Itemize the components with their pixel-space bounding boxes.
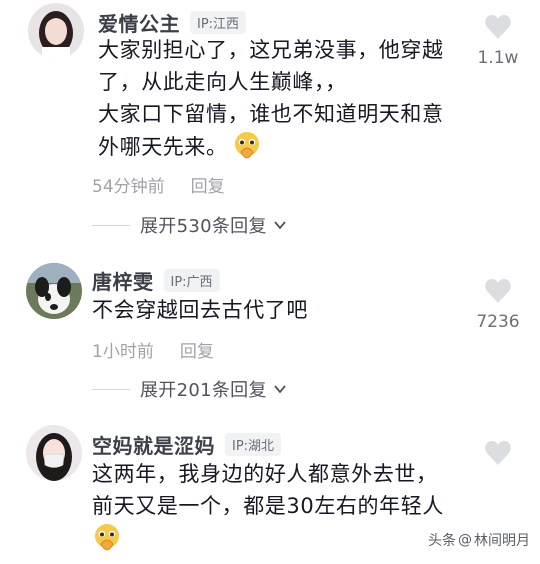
praying-hands-emoji xyxy=(95,524,119,551)
like-column xyxy=(470,440,526,466)
comment-line: 大家别担心了，这兄弟没事，他穿越 xyxy=(98,38,444,62)
avatar[interactable] xyxy=(28,3,84,59)
username[interactable]: 爱情公主 xyxy=(98,8,180,37)
comment-header: 空妈就是涩妈 IP:湖北 xyxy=(92,430,282,459)
comment-meta: 54分钟前 回复 xyxy=(92,172,225,197)
ip-location-badge: IP:江西 xyxy=(190,11,247,34)
expand-replies-label: 展开530条回复 xyxy=(140,216,267,237)
watermark: 头条 @ 林间明月 xyxy=(428,530,530,550)
comment-line xyxy=(92,522,444,555)
comment-meta: 1小时前 回复 xyxy=(92,337,214,362)
avatar-woman-image xyxy=(28,3,84,59)
like-count: 7236 xyxy=(476,312,520,332)
chevron-down-icon xyxy=(274,385,286,394)
heart-icon[interactable] xyxy=(484,440,512,466)
like-column: 7236 xyxy=(470,278,526,332)
comment-text: 大家别担心了，这兄弟没事，他穿越 了，从此走向人生巅峰，， 大家口下留情，谁也不… xyxy=(98,34,444,163)
comment-line-text: 外哪天先来。 xyxy=(98,135,228,159)
divider-line xyxy=(92,224,130,226)
expand-replies-button[interactable]: 展开201条回复 xyxy=(92,376,287,402)
reply-button[interactable]: 回复 xyxy=(191,172,225,197)
divider-line xyxy=(92,388,130,390)
timestamp: 54分钟前 xyxy=(92,177,165,197)
timestamp: 1小时前 xyxy=(92,342,154,362)
like-count: 1.1w xyxy=(477,48,519,68)
avatar-masked-woman-image xyxy=(26,425,82,481)
comment-text: 这两年，我身边的好人都意外去世， 前天又是一个，都是30左右的年轻人 xyxy=(92,458,444,555)
comment-line: 外哪天先来。 xyxy=(98,130,444,163)
comment-line: 大家口下留情，谁也不知道明天和意 xyxy=(98,102,444,126)
avatar[interactable] xyxy=(26,263,82,319)
comment-line: 前天又是一个，都是30左右的年轻人 xyxy=(92,494,444,518)
chevron-down-icon xyxy=(274,221,286,230)
comment-text: 不会穿越回去古代了吧 xyxy=(92,294,308,326)
like-column: 1.1w xyxy=(470,14,526,68)
comment-header: 唐梓雯 IP:广西 xyxy=(92,266,220,295)
comment-line: 不会穿越回去古代了吧 xyxy=(92,298,308,322)
reply-button[interactable]: 回复 xyxy=(180,337,214,362)
comment-line: 这两年，我身边的好人都意外去世， xyxy=(92,462,438,486)
watermark-author: 林间明月 xyxy=(474,533,530,549)
ip-location-badge: IP:广西 xyxy=(163,269,220,292)
watermark-at: @ xyxy=(458,532,472,548)
username[interactable]: 空妈就是涩妈 xyxy=(92,430,215,459)
expand-replies-button[interactable]: 展开530条回复 xyxy=(92,212,287,238)
heart-icon[interactable] xyxy=(484,278,512,304)
username[interactable]: 唐梓雯 xyxy=(92,266,154,295)
watermark-prefix: 头条 xyxy=(428,533,456,549)
comment-header: 爱情公主 IP:江西 xyxy=(98,8,247,37)
comment-line: 了，从此走向人生巅峰，， xyxy=(98,70,347,94)
comment-item: 爱情公主 IP:江西 大家别担心了，这兄弟没事，他穿越 了，从此走向人生巅峰，，… xyxy=(0,0,540,240)
praying-hands-emoji xyxy=(234,132,259,159)
avatar[interactable] xyxy=(26,425,82,481)
ip-location-badge: IP:湖北 xyxy=(225,433,282,456)
heart-icon[interactable] xyxy=(484,14,512,40)
avatar-dog-image xyxy=(26,263,82,319)
expand-replies-label: 展开201条回复 xyxy=(140,380,267,401)
